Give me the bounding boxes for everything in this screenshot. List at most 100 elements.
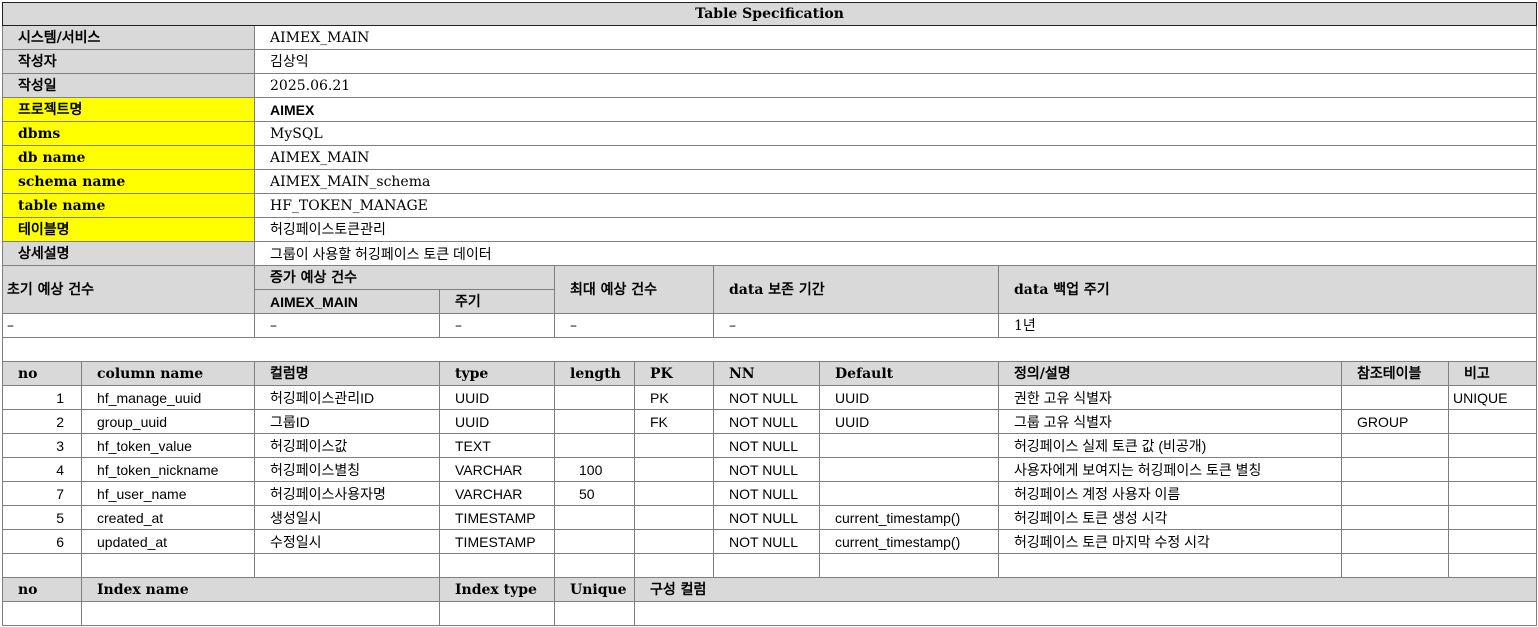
col-no: 4 [2,457,82,482]
col-note: UNIQUE [1447,385,1538,410]
col-pk [634,457,714,482]
col-pk [634,433,714,458]
meta-value: 김상익 [253,49,1538,74]
col-ref [1341,433,1449,458]
col-desc: 허깅페이스 실제 토큰 값 (비공개) [998,433,1342,458]
meta-label: table name [2,193,255,218]
col-type: VARCHAR [439,481,555,506]
index-header-type: Index type [439,577,555,602]
col-length [554,385,635,410]
volume-value-row: – – – – – 1년 [2,313,1538,338]
volume-value: 1년 [997,313,1538,338]
meta-label: schema name [2,169,255,194]
increase-sub-system: AIMEX_MAIN [254,289,440,314]
index-header-no: no [2,577,82,602]
col-default [819,457,999,482]
col-note [1447,433,1538,458]
col-pk [634,505,714,530]
col-ref: GROUP [1341,409,1449,434]
meta-row: 작성자 김상익 [2,49,1538,74]
index-row [2,601,1538,626]
col-header-kname: 컬럼명 [254,361,440,386]
index-columns [633,601,1538,626]
col-header-ref: 참조테이블 [1341,361,1449,386]
col-kname: 허깅페이스사용자명 [254,481,440,506]
increase-sub-period: 주기 [439,289,555,314]
col-type: UUID [439,409,555,434]
table-row: 4 hf_token_nickname 허깅페이스별칭 VARCHAR 100 … [2,457,1538,482]
table-row: 6 updated_at 수정일시 TIMESTAMP NOT NULL cur… [2,529,1538,554]
meta-label: db name [2,145,255,170]
backup-label: data 백업 주기 [997,265,1538,314]
index-no [2,601,82,626]
col-name: hf_token_nickname [81,457,255,482]
col-header-nn: NN [713,361,820,386]
meta-label: 시스템/서비스 [2,25,255,50]
col-nn: NOT NULL [713,457,820,482]
col-note [1447,529,1538,554]
meta-row: db name AIMEX_MAIN [2,145,1538,170]
col-no: 6 [2,529,82,554]
col-nn: NOT NULL [713,433,820,458]
index-header-unique: Unique [554,577,635,602]
col-kname: 생성일시 [254,505,440,530]
meta-label: 테이블명 [2,217,255,242]
col-length [554,529,635,554]
col-kname: 수정일시 [254,529,440,554]
col-header-no: no [2,361,82,386]
col-nn: NOT NULL [713,529,820,554]
index-unique [554,601,635,626]
meta-value: 2025.06.21 [253,73,1538,98]
col-default [819,433,999,458]
table-row: 7 hf_user_name 허깅페이스사용자명 VARCHAR 50 NOT … [2,481,1538,506]
col-ref [1341,457,1449,482]
empty-row [2,553,1538,578]
col-ref [1341,385,1449,410]
volume-value: – [2,313,255,338]
col-note [1447,457,1538,482]
index-header-name: Index name [81,577,440,602]
columns-header-row: no column name 컬럼명 type length PK NN Def… [2,361,1538,386]
col-name: hf_user_name [81,481,255,506]
col-nn: NOT NULL [713,385,820,410]
table-row: 2 group_uuid 그룹ID UUID FK NOT NULL UUID … [2,409,1538,434]
col-default: current_timestamp() [819,529,999,554]
table-specification: Table Specification 시스템/서비스 AIMEX_MAIN 작… [1,2,1538,626]
index-type [439,601,555,626]
col-nn: NOT NULL [713,505,820,530]
spec-title: Table Specification [1,2,1538,26]
col-desc: 권한 고유 식별자 [998,385,1342,410]
col-kname: 허깅페이스관리ID [254,385,440,410]
col-length [554,433,635,458]
col-nn: NOT NULL [713,409,820,434]
col-length [554,505,635,530]
col-pk [634,529,714,554]
meta-row: schema name AIMEX_MAIN_schema [2,169,1538,194]
index-name [81,601,440,626]
meta-label: dbms [2,121,255,146]
col-no: 2 [2,409,82,434]
col-no: 1 [2,385,82,410]
col-header-length: length [554,361,635,386]
index-header-row: no Index name Index type Unique 구성 컬럼 [2,577,1538,602]
col-header-pk: PK [634,361,714,386]
col-pk: PK [634,385,714,410]
col-desc: 허깅페이스 토큰 마지막 수정 시각 [998,529,1342,554]
volume-header-row: 초기 예상 건수 증가 예상 건수 최대 예상 건수 data 보존 기간 da… [2,265,1538,314]
meta-label: 프로젝트명 [2,97,255,122]
table-row: 3 hf_token_value 허깅페이스값 TEXT NOT NULL 허깅… [2,433,1538,458]
meta-row: table name HF_TOKEN_MANAGE [2,193,1538,218]
col-ref [1341,481,1449,506]
col-note [1447,481,1538,506]
col-default: UUID [819,385,999,410]
col-pk: FK [634,409,714,434]
meta-value: AIMEX_MAIN [253,145,1538,170]
col-type: VARCHAR [439,457,555,482]
volume-value: – [554,313,714,338]
col-desc: 사용자에게 보여지는 허깅페이스 토큰 별칭 [998,457,1342,482]
meta-value: 그룹이 사용할 허깅페이스 토큰 데이터 [253,241,1538,266]
meta-value: 허깅페이스토큰관리 [253,217,1538,242]
col-name: created_at [81,505,255,530]
meta-label: 작성자 [2,49,255,74]
max-count-label: 최대 예상 건수 [554,265,714,314]
